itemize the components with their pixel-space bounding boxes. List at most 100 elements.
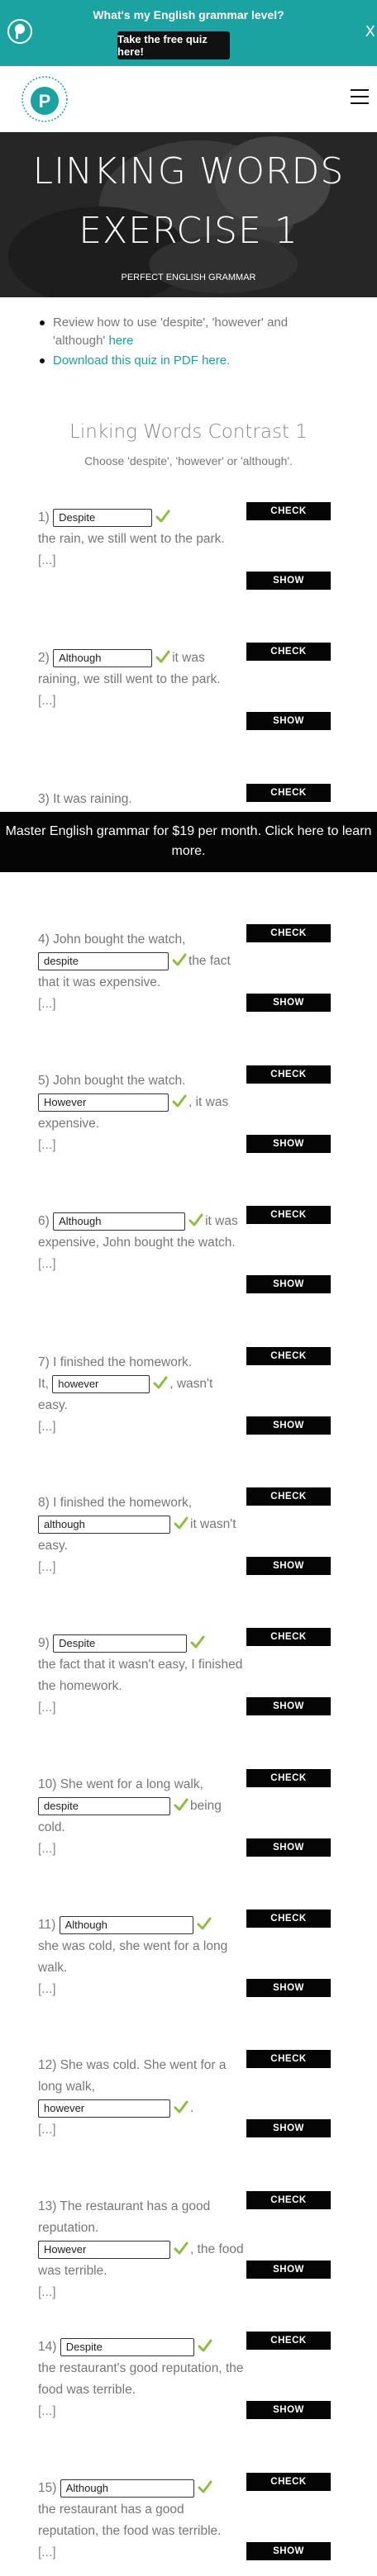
question-text: the restaurant's good reputation, the fo… — [38, 2361, 244, 2397]
site-header: P — [0, 66, 377, 132]
show-button[interactable]: SHOW — [246, 2401, 331, 2419]
question-15: 15) Although the restaurant has a good re… — [38, 2478, 245, 2564]
answer-input[interactable]: despite — [38, 951, 169, 970]
show-button[interactable]: SHOW — [246, 1135, 331, 1153]
checkmark-icon — [174, 1516, 188, 1530]
check-button[interactable]: CHECK — [246, 1769, 331, 1787]
take-quiz-button[interactable]: Take the free quiz here! — [117, 31, 230, 59]
hint-ellipsis: [...] — [38, 1560, 56, 1574]
check-button[interactable]: CHECK — [246, 502, 331, 520]
question-text: 14) — [38, 2340, 57, 2354]
hint-ellipsis: [...] — [38, 1842, 56, 1856]
check-button[interactable]: CHECK — [246, 2332, 331, 2350]
checkmark-icon — [188, 1212, 203, 1227]
show-button[interactable]: SHOW — [246, 994, 331, 1012]
answer-input[interactable]: However — [38, 2240, 170, 2259]
question-text: 15) — [38, 2481, 57, 2495]
question-5: 5) John bought the watch. However, it wa… — [38, 1070, 245, 1156]
check-button[interactable]: CHECK — [246, 924, 331, 942]
hint-ellipsis: [...] — [38, 1701, 56, 1715]
question-text: 10) She went for a long walk, — [38, 1777, 203, 1791]
intro-item: Download this quiz in PDF here. — [36, 352, 342, 370]
answer-input[interactable]: Despite — [60, 2337, 194, 2356]
hint-ellipsis: [...] — [38, 1420, 56, 1434]
show-button[interactable]: SHOW — [246, 1697, 331, 1715]
answer-input[interactable]: Although — [60, 2479, 194, 2498]
review-here-link[interactable]: here — [108, 334, 133, 348]
check-button[interactable]: CHECK — [246, 2050, 331, 2068]
hint-ellipsis: [...] — [38, 1982, 56, 1996]
menu-icon[interactable] — [351, 89, 369, 106]
hint-ellipsis: [...] — [38, 2404, 56, 2418]
checkmark-icon — [190, 1634, 205, 1649]
question-text: 13) The restaurant has a good reputation… — [38, 2199, 211, 2235]
question-text: 9) — [38, 1636, 50, 1650]
intro-item: Review how to use 'despite', 'however' a… — [36, 314, 342, 350]
check-button[interactable]: CHECK — [246, 1628, 331, 1646]
answer-input[interactable]: however — [38, 2099, 170, 2118]
show-button[interactable]: SHOW — [246, 2119, 331, 2137]
check-button[interactable]: CHECK — [246, 1065, 331, 1084]
question-text: 5) John bought the watch. — [38, 1074, 186, 1088]
answer-input[interactable]: Although — [59, 1915, 193, 1934]
check-button[interactable]: CHECK — [246, 1487, 331, 1506]
checkmark-icon — [174, 2099, 188, 2114]
check-button[interactable]: CHECK — [246, 784, 331, 802]
question-12: 12) She was cold. She went for a long wa… — [38, 2055, 245, 2141]
answer-input[interactable]: despite — [38, 1796, 170, 1815]
checkmark-icon — [174, 1797, 188, 1812]
promo-logo-icon — [7, 19, 32, 44]
check-button[interactable]: CHECK — [246, 2191, 331, 2209]
question-text: 7) I finished the homework. — [38, 1355, 193, 1369]
download-pdf-link[interactable]: Download this quiz in PDF here. — [53, 353, 230, 368]
question-text: 11) — [38, 1918, 56, 1932]
answer-input[interactable]: Although — [53, 1212, 186, 1231]
question-text: she was cold, she went for a long walk. — [38, 1939, 228, 1975]
checkmark-icon — [174, 2241, 188, 2256]
hero-title-line1: LINKING WORDS — [32, 150, 345, 192]
question-text: 12) She was cold. She went for a long wa… — [38, 2058, 227, 2094]
check-button[interactable]: CHECK — [246, 643, 331, 661]
show-button[interactable]: SHOW — [246, 1416, 331, 1435]
answer-input[interactable]: although — [38, 1515, 170, 1534]
show-button[interactable]: SHOW — [246, 712, 331, 730]
hint-ellipsis: [...] — [38, 2123, 56, 2137]
answer-input[interactable]: however — [52, 1374, 150, 1393]
question-text: the rain, we still went to the park. — [38, 532, 225, 546]
hint-ellipsis: [...] — [38, 1138, 56, 1152]
show-button[interactable]: SHOW — [246, 1979, 331, 1997]
show-button[interactable]: SHOW — [246, 2542, 331, 2560]
show-button[interactable]: SHOW — [246, 1557, 331, 1575]
answer-input[interactable]: However — [38, 1093, 169, 1112]
checkmark-icon — [155, 649, 170, 664]
question-2: 2) Although it was raining, we still went… — [38, 648, 245, 712]
question-text: . — [190, 2101, 194, 2115]
logo-icon[interactable]: P — [20, 74, 69, 124]
show-button[interactable]: SHOW — [246, 2261, 331, 2279]
subscription-banner[interactable]: Master English grammar for $19 per month… — [0, 812, 377, 872]
intro-item-text: Review how to use 'despite', 'however' a… — [53, 315, 289, 348]
question-9: 9) Despite the fact that it wasn't easy, … — [38, 1633, 245, 1719]
check-button[interactable]: CHECK — [246, 1909, 331, 1928]
check-button[interactable]: CHECK — [246, 2473, 331, 2491]
check-button[interactable]: CHECK — [246, 1206, 331, 1224]
hero: LINKING WORDS EXERCISE 1 PERFECT ENGLISH… — [0, 132, 377, 297]
show-button[interactable]: SHOW — [246, 1275, 331, 1293]
check-button[interactable]: CHECK — [246, 1347, 331, 1365]
close-icon[interactable]: X — [365, 23, 375, 40]
checkmark-icon — [153, 1375, 168, 1390]
question-1: 1) Despite the rain, we still went to the… — [38, 507, 245, 572]
hint-ellipsis: [...] — [38, 2285, 56, 2299]
checkmark-icon — [198, 2338, 212, 2353]
answer-input[interactable]: Although — [53, 648, 153, 667]
checkmark-icon — [155, 509, 170, 524]
question-text: 6) — [38, 1214, 50, 1228]
hero-site-name: PERFECT ENGLISH GRAMMAR — [121, 273, 256, 282]
answer-input[interactable]: Despite — [53, 508, 153, 527]
question-text: 4) John bought the watch, — [38, 932, 186, 946]
show-button[interactable]: SHOW — [246, 572, 331, 590]
answer-input[interactable]: Despite — [53, 1634, 188, 1653]
quiz-subtitle: Choose 'despite', 'however' or 'although… — [84, 454, 293, 467]
show-button[interactable]: SHOW — [246, 1838, 331, 1857]
question-4: 4) John bought the watch, despite the fac… — [38, 929, 245, 1015]
